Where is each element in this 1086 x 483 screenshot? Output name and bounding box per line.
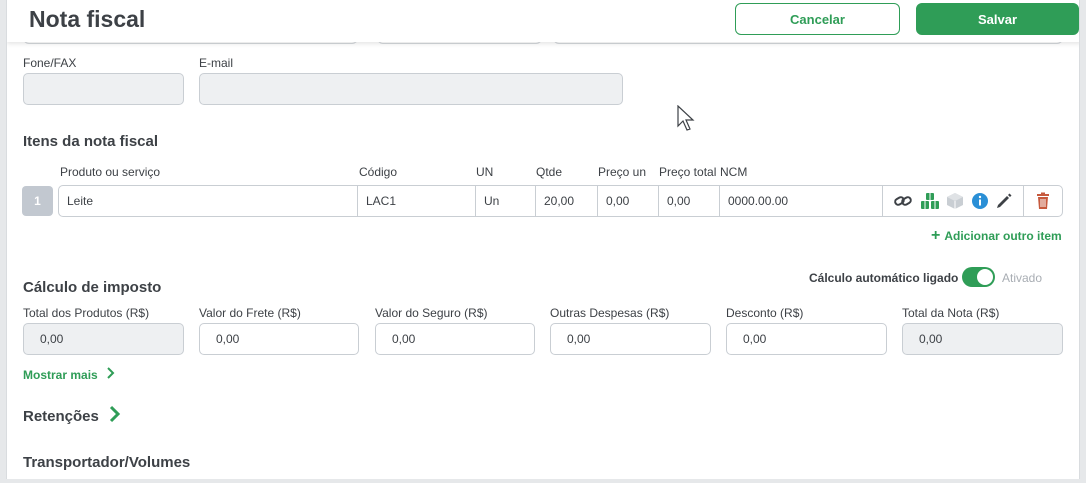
freight-label: Valor do Frete (R$) [199, 306, 301, 320]
item-row-number: 1 [22, 186, 53, 216]
retentions-toggle[interactable]: Retenções [23, 405, 121, 428]
auto-calc-label: Cálculo automático ligado [809, 271, 959, 285]
add-item-link[interactable]: + Adicionar outro item [931, 227, 1062, 244]
page-title: Nota fiscal [29, 6, 146, 32]
chevron-right-icon [106, 366, 116, 384]
tax-section-title: Cálculo de imposto [23, 279, 162, 296]
package-icon[interactable] [945, 191, 965, 211]
email-field[interactable] [199, 73, 623, 105]
discount-field[interactable]: 0,00 [726, 323, 887, 355]
auto-calc-toggle[interactable] [962, 267, 995, 287]
item-row: Leite LAC1 Un 20,00 0,00 0,00 0000.00.00 [58, 185, 1063, 217]
col-qty: Qtde [536, 165, 563, 179]
item-unit-price-field[interactable]: 0,00 [598, 186, 659, 216]
insurance-label: Valor do Seguro (R$) [375, 306, 488, 320]
insurance-field[interactable]: 0,00 [375, 323, 535, 355]
other-expenses-label: Outras Despesas (R$) [550, 306, 670, 320]
other-expenses-field[interactable]: 0,00 [550, 323, 711, 355]
link-icon[interactable] [893, 191, 913, 211]
phone-label: Fone/FAX [23, 56, 77, 70]
col-unit: UN [476, 165, 494, 179]
cancel-button[interactable]: Cancelar [735, 3, 900, 35]
item-product-field[interactable]: Leite [59, 186, 358, 216]
cursor-icon [677, 104, 697, 138]
item-ncm-field[interactable]: 0000.00.00 [720, 186, 883, 216]
email-label: E-mail [199, 56, 234, 70]
col-unit-price: Preço un [598, 165, 647, 179]
info-icon[interactable] [970, 191, 990, 211]
carrier-section-title: Transportador/Volumes [23, 454, 191, 471]
col-total-price: Preço total [659, 165, 717, 179]
freight-field[interactable]: 0,00 [199, 323, 359, 355]
edit-pencil-icon[interactable] [994, 191, 1014, 211]
item-code-field[interactable]: LAC1 [358, 186, 476, 216]
phone-field[interactable] [23, 73, 184, 105]
stock-boxes-icon[interactable] [920, 191, 940, 211]
col-ncm: NCM [720, 165, 748, 179]
nota-fiscal-page: Nota fiscal Cancelar Salvar Fone/FAX E-m… [6, 0, 1080, 479]
trash-icon[interactable] [1033, 191, 1053, 211]
col-product: Produto ou serviço [60, 165, 161, 179]
add-item-label: Adicionar outro item [944, 229, 1062, 243]
item-total-price-field[interactable]: 0,00 [659, 186, 720, 216]
total-invoice-label: Total da Nota (R$) [902, 306, 1000, 320]
show-more-link[interactable]: Mostrar mais [23, 366, 116, 384]
discount-label: Desconto (R$) [726, 306, 804, 320]
total-products-field: 0,00 [23, 323, 184, 355]
page-header: Nota fiscal Cancelar Salvar [7, 0, 1079, 42]
chevron-right-icon [109, 405, 121, 428]
retentions-title: Retenções [23, 408, 99, 425]
auto-calc-state: Ativado [1002, 271, 1043, 285]
item-qty-field[interactable]: 20,00 [536, 186, 598, 216]
total-products-label: Total dos Produtos (R$) [23, 306, 150, 320]
col-code: Código [359, 165, 398, 179]
total-invoice-field: 0,00 [902, 323, 1063, 355]
show-more-label: Mostrar mais [23, 368, 98, 382]
toggle-knob [977, 269, 993, 285]
actions-divider [1023, 186, 1024, 216]
item-unit-field[interactable]: Un [476, 186, 536, 216]
save-button[interactable]: Salvar [916, 3, 1079, 35]
items-section-title: Itens da nota fiscal [23, 133, 159, 150]
plus-icon: + [931, 227, 941, 244]
